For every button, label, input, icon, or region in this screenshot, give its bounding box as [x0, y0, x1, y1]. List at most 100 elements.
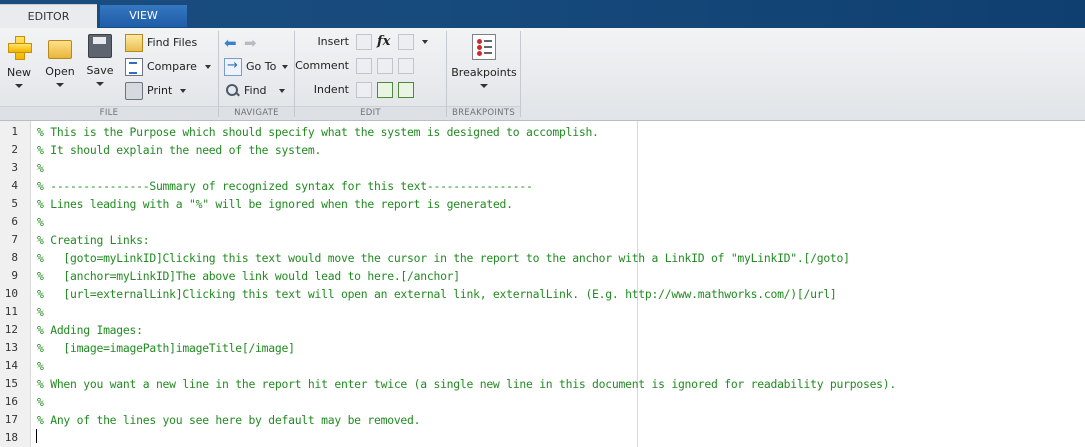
wrap-comment-icon[interactable] — [398, 58, 414, 74]
compare-dropdown-arrow — [204, 65, 211, 69]
find-files-label: Find Files — [147, 36, 198, 49]
line-number: 1 — [11, 125, 18, 138]
code-line[interactable]: % [image=imagePath]imageTitle[/image] — [37, 339, 295, 357]
code-editor[interactable]: 1 2 3 4 5 6 7 8 9 10 11 12 13 14 15 16 1… — [0, 121, 1085, 447]
history-buttons — [224, 33, 264, 53]
line-number: 6 — [11, 215, 18, 228]
breakpoints-button[interactable]: Breakpoints — [451, 34, 517, 88]
indent-buttons — [351, 80, 414, 100]
breakpoints-icon — [472, 34, 496, 60]
search-icon — [224, 83, 240, 99]
code-line[interactable]: % [goto=myLinkID]Clicking this text woul… — [37, 249, 850, 267]
code-line[interactable]: % Adding Images: — [37, 321, 143, 339]
tab-editor[interactable]: EDITOR — [0, 4, 97, 28]
right-margin-line — [637, 121, 638, 447]
open-label: Open — [45, 65, 75, 78]
edit-group: Insert fx Comment Indent EDIT — [295, 28, 446, 120]
goto-label: Go To — [246, 60, 277, 73]
line-number: 5 — [11, 197, 18, 210]
goto-button[interactable]: Go To — [224, 56, 289, 77]
open-button[interactable]: Open — [44, 34, 76, 87]
text-cursor — [36, 429, 37, 443]
folder-icon — [48, 40, 72, 59]
code-line[interactable]: % It should explain the need of the syst… — [37, 141, 321, 159]
code-line[interactable]: % — [37, 393, 44, 411]
line-number: 17 — [4, 413, 18, 426]
tab-view[interactable]: VIEW — [100, 5, 187, 27]
line-number: 12 — [4, 323, 18, 336]
code-line[interactable]: % This is the Purpose which should speci… — [37, 123, 599, 141]
line-number: 15 — [4, 377, 18, 390]
code-line[interactable]: % — [37, 303, 44, 321]
goto-dropdown-arrow — [282, 65, 289, 69]
line-number: 9 — [11, 269, 18, 282]
toolstrip-tab-bar: EDITOR VIEW — [0, 0, 1085, 28]
group-divider — [520, 31, 521, 117]
code-line[interactable]: % — [37, 213, 44, 231]
line-number: 18 — [4, 431, 18, 444]
compare-icon — [125, 58, 143, 76]
line-number: 14 — [4, 359, 18, 372]
code-line[interactable]: % — [37, 159, 44, 177]
breakpoints-dropdown-arrow — [480, 84, 488, 88]
find-files-icon — [125, 34, 143, 52]
insert-buttons: fx — [351, 32, 428, 52]
new-label: New — [7, 66, 31, 79]
breakpoints-group: Breakpoints BREAKPOINTS — [447, 28, 520, 120]
find-dropdown-arrow — [278, 89, 285, 93]
line-number: 4 — [11, 179, 18, 192]
smart-indent-icon[interactable] — [356, 82, 372, 98]
save-label: Save — [86, 64, 114, 77]
code-line[interactable]: % Lines leading with a "%" will be ignor… — [37, 195, 513, 213]
code-line[interactable]: % [anchor=myLinkID]The above link would … — [37, 267, 460, 285]
line-number: 8 — [11, 251, 18, 264]
line-number: 7 — [11, 233, 18, 246]
line-number: 2 — [11, 143, 18, 156]
new-icon — [6, 34, 32, 60]
code-line[interactable]: % When you want a new line in the report… — [37, 375, 896, 393]
find-files-button[interactable]: Find Files — [125, 33, 197, 53]
breakpoints-label: Breakpoints — [451, 66, 517, 79]
line-number: 3 — [11, 161, 18, 174]
line-number: 10 — [4, 287, 18, 300]
navigate-group-title: NAVIGATE — [219, 106, 294, 120]
file-group-title: FILE — [0, 106, 218, 120]
insert-table-icon[interactable] — [398, 34, 414, 50]
code-line[interactable]: % — [37, 357, 44, 375]
save-icon — [88, 34, 112, 58]
indent-label: Indent — [313, 83, 349, 96]
open-dropdown-arrow — [56, 83, 64, 87]
decrease-indent-icon[interactable] — [398, 82, 414, 98]
back-arrow-icon[interactable] — [224, 33, 240, 53]
insert-section-icon[interactable] — [356, 34, 372, 50]
code-line[interactable]: % [url=externalLink]Clicking this text w… — [37, 285, 837, 303]
print-button[interactable]: Print — [125, 81, 187, 101]
ribbon: New Open Save Find Files Compare Print F… — [0, 28, 1085, 121]
new-button[interactable]: New — [4, 34, 34, 88]
navigate-group: Go To Find NAVIGATE — [219, 28, 294, 120]
line-number: 13 — [4, 341, 18, 354]
comment-icon[interactable] — [356, 58, 372, 74]
file-group: New Open Save Find Files Compare Print F… — [0, 28, 218, 120]
uncomment-icon[interactable] — [377, 58, 393, 74]
printer-icon — [125, 82, 143, 100]
new-dropdown-arrow — [15, 84, 23, 88]
code-line[interactable]: % ---------------Summary of recognized s… — [37, 177, 533, 195]
comment-buttons — [351, 56, 414, 76]
code-line[interactable]: % Creating Links: — [37, 231, 150, 249]
save-button[interactable]: Save — [84, 34, 116, 86]
comment-label: Comment — [295, 59, 349, 72]
print-dropdown-arrow — [180, 89, 187, 93]
code-line[interactable]: % Any of the lines you see here by defau… — [37, 411, 421, 429]
insert-label: Insert — [317, 35, 349, 48]
insert-function-icon[interactable]: fx — [377, 32, 393, 52]
breakpoints-group-title: BREAKPOINTS — [447, 106, 520, 120]
find-button[interactable]: Find — [224, 81, 285, 101]
compare-label: Compare — [147, 60, 197, 73]
forward-arrow-icon[interactable] — [244, 33, 260, 53]
insert-dropdown-arrow[interactable] — [422, 40, 428, 44]
increase-indent-icon[interactable] — [377, 82, 393, 98]
compare-button[interactable]: Compare — [125, 57, 211, 77]
edit-group-title: EDIT — [295, 106, 446, 120]
line-number: 11 — [4, 305, 18, 318]
